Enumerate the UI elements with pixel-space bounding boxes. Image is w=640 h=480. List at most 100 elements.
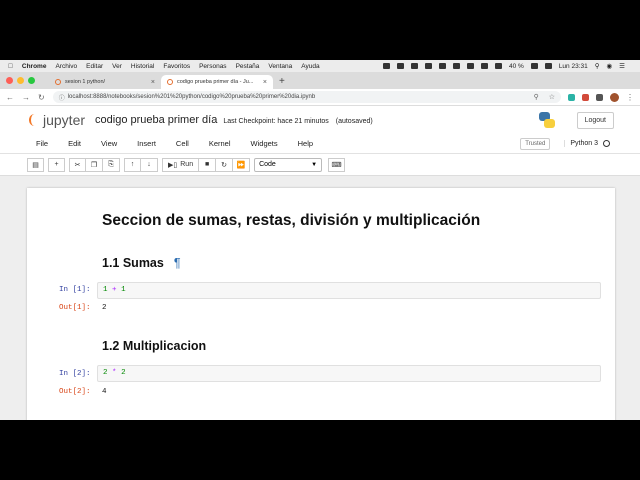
tab-label: sesion 1 python/	[65, 79, 106, 85]
extension-icon[interactable]	[582, 93, 589, 101]
status-icon[interactable]	[382, 63, 390, 69]
status-icon[interactable]	[410, 63, 418, 69]
menubar-app[interactable]: Chrome	[22, 63, 47, 70]
keyboard-icon[interactable]: ⌨	[328, 157, 346, 172]
notebook-title[interactable]: codigo prueba primer día	[95, 114, 217, 126]
status-icon[interactable]	[452, 63, 460, 69]
cell-type-select[interactable]: Code ▼	[254, 157, 323, 172]
close-tab-icon[interactable]: ×	[151, 79, 155, 86]
notebook-page: Seccion de sumas, restas, división y mul…	[27, 188, 615, 420]
fast-forward-icon[interactable]: ⏩	[233, 157, 251, 172]
tab-notebook[interactable]: codigo prueba primer día - Ju... ×	[161, 75, 273, 89]
menubar-item-ayuda[interactable]: Ayuda	[301, 63, 319, 70]
menu-widgets[interactable]: Widgets	[251, 139, 278, 148]
tab-sesion[interactable]: sesion 1 python/ ×	[49, 75, 161, 89]
info-icon[interactable]: ⓘ	[59, 93, 65, 102]
run-button[interactable]: ▶▯ Run	[162, 157, 200, 172]
menubar-item-favoritos[interactable]: Favoritos	[163, 63, 190, 70]
new-tab-button[interactable]: +	[279, 75, 285, 89]
in-prompt: In [1]:	[59, 286, 91, 294]
clock[interactable]: Lun 23:31	[559, 63, 588, 70]
code-cell-1[interactable]: 1 + 1	[97, 282, 601, 299]
autosave-text: (autosaved)	[335, 118, 373, 125]
zoom-window-button[interactable]	[28, 77, 35, 84]
letterbox-top	[0, 0, 640, 60]
reload-icon[interactable]: ↻	[38, 93, 45, 102]
menubar-item-personas[interactable]: Personas	[199, 63, 226, 70]
zoom-icon[interactable]: ⚲	[534, 94, 539, 101]
code-token: +	[112, 286, 117, 294]
trusted-badge[interactable]: Trusted	[520, 137, 551, 150]
siri-icon[interactable]: ◉	[607, 62, 613, 70]
battery-percent[interactable]: 40 %	[509, 63, 524, 70]
battery-icon[interactable]	[530, 63, 538, 69]
restart-icon[interactable]: ↻	[216, 157, 234, 172]
kebab-menu-icon[interactable]: ⋮	[626, 93, 634, 102]
cell-output-2: 4	[102, 388, 107, 396]
url-field[interactable]: ⓘ localhost:8888/notebooks/sesion%201%20…	[52, 91, 561, 103]
move-down-icon[interactable]: ↓	[141, 157, 158, 172]
menubar-item-editar[interactable]: Editar	[86, 63, 103, 70]
save-icon[interactable]: ▤	[27, 157, 44, 172]
code-token: 2	[103, 369, 108, 377]
heading-multiplicacion: 1.2 Multiplicacion	[102, 339, 207, 353]
back-icon[interactable]: ←	[6, 93, 14, 102]
forward-icon[interactable]: →	[22, 93, 30, 102]
python-logo-icon	[538, 112, 555, 128]
flag-icon[interactable]	[544, 63, 552, 69]
minimize-window-button[interactable]	[17, 77, 24, 84]
status-icon[interactable]	[424, 63, 432, 69]
menubar-item-pestana[interactable]: Pestaña	[236, 63, 260, 70]
menubar-item-ver[interactable]: Ver	[112, 63, 122, 70]
cut-icon[interactable]: ✂	[69, 157, 86, 172]
stop-icon[interactable]: ■	[199, 157, 217, 172]
menubar-item-ventana[interactable]: Ventana	[268, 63, 292, 70]
code-cell-2[interactable]: 2 * 2	[97, 365, 601, 382]
code-token: 2	[121, 369, 126, 377]
window-controls	[6, 72, 39, 89]
menubar-item-historial[interactable]: Historial	[131, 63, 154, 70]
avatar[interactable]	[610, 92, 619, 102]
heading-sumas: 1.1 Sumas ¶	[102, 256, 181, 270]
wifi-icon[interactable]	[480, 63, 488, 69]
menu-edit[interactable]: Edit	[68, 139, 81, 148]
logout-button[interactable]: Logout	[576, 111, 614, 129]
kernel-indicator: Python 3	[564, 140, 610, 147]
code-token: *	[112, 369, 117, 377]
jupyter-toolbar: ▤ + ✂ ❐ ⎘ ↑ ↓ ▶▯ Run ■ ↻ ⏩ Code ▼ ⌨	[0, 154, 640, 176]
copy-icon[interactable]: ❐	[86, 157, 103, 172]
anchor-link[interactable]: ¶	[174, 256, 181, 270]
volume-icon[interactable]	[494, 63, 502, 69]
menubar-item-archivo[interactable]: Archivo	[55, 63, 77, 70]
menu-cell[interactable]: Cell	[176, 139, 189, 148]
jupyter-logo-icon	[28, 113, 40, 127]
close-tab-icon[interactable]: ×	[263, 79, 267, 86]
run-label: Run	[180, 161, 194, 168]
jupyter-logo-text: jupyter	[43, 112, 86, 128]
move-up-icon[interactable]: ↑	[124, 157, 141, 172]
puzzle-icon[interactable]	[596, 93, 603, 101]
bookmark-star-icon[interactable]: ☆	[549, 94, 555, 101]
menu-view[interactable]: View	[101, 139, 117, 148]
code-token: 1	[103, 286, 108, 294]
apple-icon[interactable]: 	[8, 63, 13, 70]
status-icon[interactable]	[466, 63, 474, 69]
menu-file[interactable]: File	[36, 139, 48, 148]
insert-cell-icon[interactable]: +	[48, 157, 65, 172]
extension-icon[interactable]	[568, 93, 575, 101]
close-window-button[interactable]	[6, 77, 13, 84]
jupyter-logo[interactable]: jupyter	[28, 112, 85, 128]
menu-kernel[interactable]: Kernel	[209, 139, 231, 148]
menu-help[interactable]: Help	[298, 139, 313, 148]
checkpoint-text: Last Checkpoint: hace 21 minutos	[223, 118, 329, 125]
status-icon[interactable]	[396, 63, 404, 69]
menu-insert[interactable]: Insert	[137, 139, 156, 148]
spotlight-icon[interactable]: ⚲	[595, 62, 600, 70]
paste-icon[interactable]: ⎘	[103, 157, 120, 172]
url-text[interactable]: localhost:8888/notebooks/sesion%201%20py…	[68, 94, 316, 100]
jupyter-header: jupyter codigo prueba primer día Last Ch…	[0, 106, 640, 134]
out-prompt: Out[2]:	[59, 388, 91, 396]
status-icon[interactable]	[438, 63, 446, 69]
menu-list-icon[interactable]: ☰	[619, 62, 625, 70]
tab-label: codigo prueba primer día - Ju...	[177, 79, 254, 85]
